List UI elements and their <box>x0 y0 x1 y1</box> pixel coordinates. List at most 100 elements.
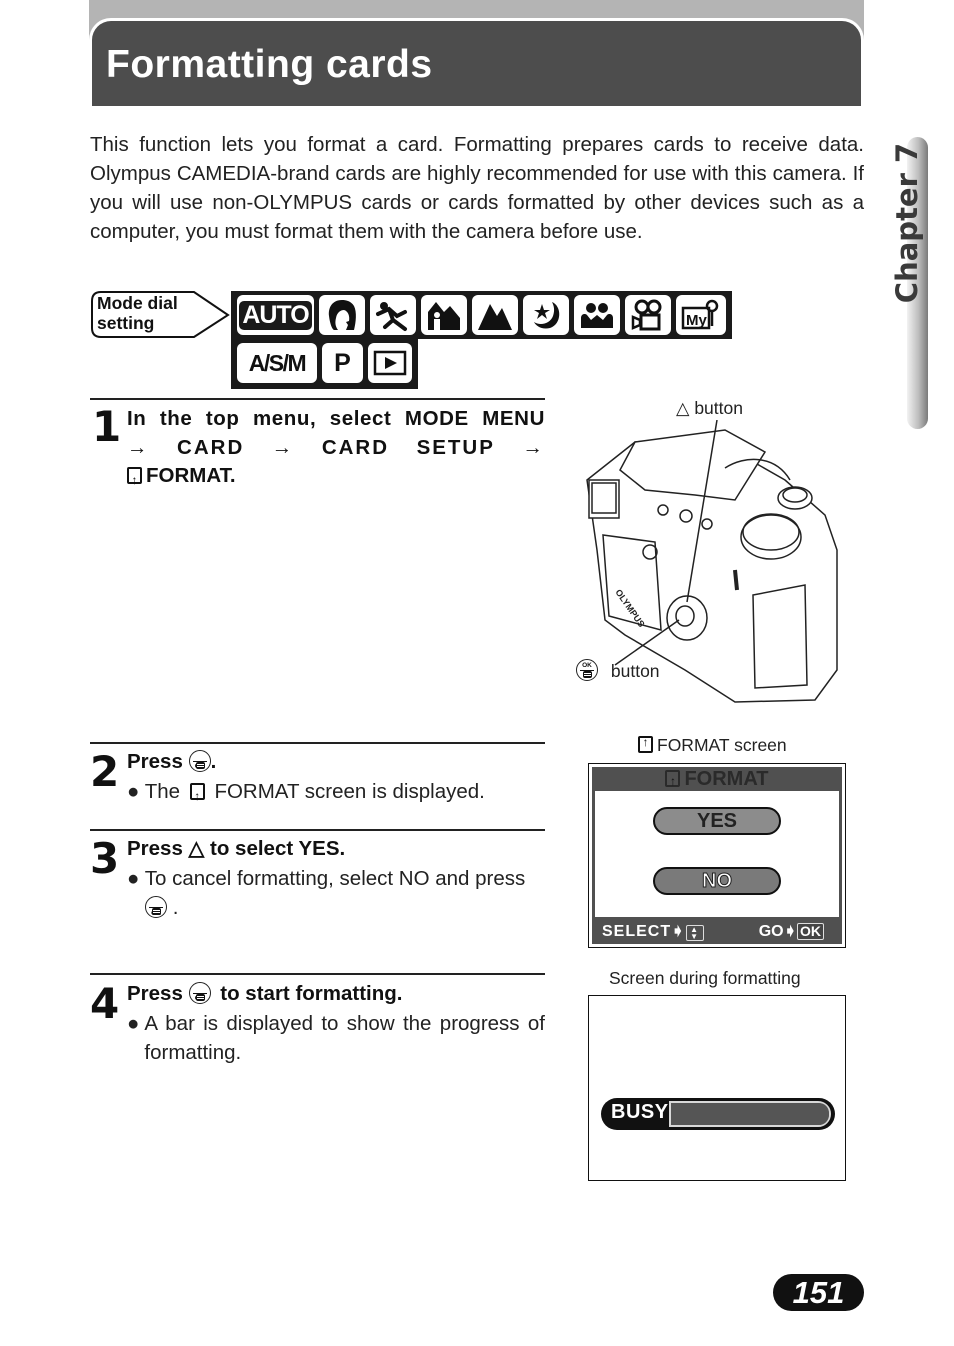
step-2-title-period: . <box>210 750 217 773</box>
step-2-title-text: Press <box>127 750 183 773</box>
step-1-menu-card-2: CARD <box>321 435 390 459</box>
up-button-label: △ button <box>676 398 743 418</box>
bullet-icon: ● <box>127 867 140 890</box>
intro-paragraph: This function lets you format a card. Fo… <box>90 133 864 243</box>
footer-select-text: SELECT <box>602 923 672 940</box>
page-header: Formatting cards <box>89 18 864 106</box>
step-4-title-text: to start formatting. <box>220 982 403 1005</box>
landscape-mode-icon <box>472 295 518 335</box>
footer-select: SELECT➧ ▲ ▼ <box>602 921 704 941</box>
format-screen-footer: SELECT➧ ▲ ▼ GO➧ OK <box>592 918 842 944</box>
format-screen: FORMAT YES NO SELECT➧▲▼ GO➧OK <box>588 763 846 948</box>
format-icon <box>665 769 681 793</box>
self-portrait-mode-icon <box>574 295 620 335</box>
arrow-right-icon: ➧ <box>783 923 797 940</box>
page-number: 151 <box>773 1274 864 1311</box>
chapter-tab-label: Chapter 7 <box>890 142 924 304</box>
asm-mode-text: A/S/M <box>248 349 307 376</box>
step-2-bullet-text: FORMAT screen is displayed. <box>214 780 485 803</box>
mode-dial-label-line2: setting <box>97 313 155 333</box>
my-mode-icon: My <box>676 295 726 335</box>
auto-mode-text: AUTO <box>239 300 312 330</box>
step-1-title-line3: FORMAT. <box>127 462 545 495</box>
step-4-bullet: ● A bar is displayed to show the progres… <box>127 1009 545 1067</box>
header-top-band <box>89 0 864 18</box>
mode-dial-label: Mode dial setting <box>91 291 230 338</box>
step-3-number: 3 <box>90 834 120 883</box>
ok-button-icon <box>576 659 598 681</box>
footer-go: GO➧ OK <box>759 921 824 941</box>
step-2-divider <box>90 742 545 744</box>
step-4-number: 4 <box>90 979 120 1028</box>
step-3-bullet-period: . <box>172 896 179 919</box>
busy-screen-caption: Screen during formatting <box>609 968 801 988</box>
mode-dial-row-2: A/S/M P <box>231 339 418 389</box>
mode-dial-label-line1: Mode dial <box>97 293 178 313</box>
format-icon <box>189 782 205 811</box>
format-screen-body: YES NO <box>595 791 839 917</box>
svg-text:My: My <box>686 312 707 329</box>
busy-progress-fill <box>671 1103 829 1125</box>
movie-mode-icon <box>625 295 671 335</box>
arrow-icon: → <box>522 435 545 459</box>
step-4-divider <box>90 973 545 975</box>
step-3-title: Press △ to select YES. <box>127 837 346 860</box>
ok-button-icon <box>188 750 211 782</box>
step-1-title-line1: In the top menu, select MODE MENU <box>127 407 545 430</box>
ok-button-icon <box>188 982 211 1014</box>
footer-go-text: GO <box>758 923 784 940</box>
mode-dial-row-1: AUTO My <box>231 291 732 339</box>
chapter-tab: Chapter 7 <box>877 143 937 303</box>
asm-mode-icon: A/S/M <box>237 343 317 383</box>
ok-button-label: button <box>610 661 660 681</box>
step-4-title: Press to start formatting. <box>127 980 403 1014</box>
step-3-divider <box>90 829 545 831</box>
busy-progress-track <box>669 1101 831 1127</box>
busy-label: BUSY <box>611 1101 669 1123</box>
portrait-mode-icon <box>319 295 365 335</box>
bullet-icon: ● <box>127 780 140 803</box>
step-4-title-prefix: Press <box>127 982 183 1005</box>
format-screen-caption: FORMAT screen <box>638 735 787 756</box>
step-1-title-line2: → CARD → CARD SETUP → <box>127 434 545 463</box>
arrow-icon: → <box>271 435 295 459</box>
program-mode-text: P <box>334 348 351 377</box>
busy-screen: BUSY <box>588 995 846 1181</box>
step-1-divider <box>90 398 545 400</box>
up-down-arrows-icon: ▲ ▼ <box>685 925 704 941</box>
step-1-menu-setup: SETUP <box>416 435 495 459</box>
ok-button-label-row: button <box>576 659 660 682</box>
arrow-right-icon: ➧ <box>671 923 686 940</box>
format-screen-title-text: FORMAT <box>684 768 769 790</box>
step-2-number: 2 <box>90 747 120 796</box>
program-mode-icon: P <box>322 343 363 383</box>
step-1-format-text: FORMAT. <box>146 464 236 487</box>
step-2-bullet: ● The FORMAT screen is displayed. <box>127 777 485 811</box>
auto-mode-icon: AUTO <box>237 295 314 335</box>
ok-button-icon <box>145 896 167 928</box>
step-3-bullet: ● To cancel formatting, select NO and pr… <box>127 864 545 928</box>
format-no-option[interactable]: NO <box>653 867 781 895</box>
step-1-menu-card: CARD <box>177 435 245 459</box>
ok-box-icon: OK <box>797 923 824 940</box>
step-4-bullet-text: A bar is displayed to show the progress … <box>144 1012 545 1064</box>
sports-mode-icon <box>370 295 416 335</box>
step-1-title: In the top menu, select MODE MENU → CARD… <box>127 405 545 495</box>
step-3-bullet-text: To cancel formatting, select NO and pres… <box>144 867 526 890</box>
format-screen-caption-text: FORMAT screen <box>657 735 787 755</box>
night-scene-mode-icon <box>523 295 569 335</box>
playback-mode-icon <box>368 343 412 383</box>
step-1-number: 1 <box>92 402 122 451</box>
arrow-icon: → <box>127 435 150 459</box>
step-2-title: Press . <box>127 748 217 782</box>
page-title: Formatting cards <box>106 43 433 86</box>
format-screen-title: FORMAT <box>592 767 842 793</box>
header-tab: Formatting cards <box>89 18 864 106</box>
busy-progress-bar: BUSY <box>601 1098 835 1130</box>
bullet-icon: ● <box>127 1012 140 1035</box>
landscape-portrait-mode-icon <box>421 295 467 335</box>
format-icon <box>638 735 653 753</box>
step-2-bullet-prefix: The <box>144 780 181 803</box>
format-yes-option[interactable]: YES <box>653 807 781 835</box>
format-screen-lcd: FORMAT YES NO SELECT➧▲▼ GO➧OK <box>592 767 842 944</box>
